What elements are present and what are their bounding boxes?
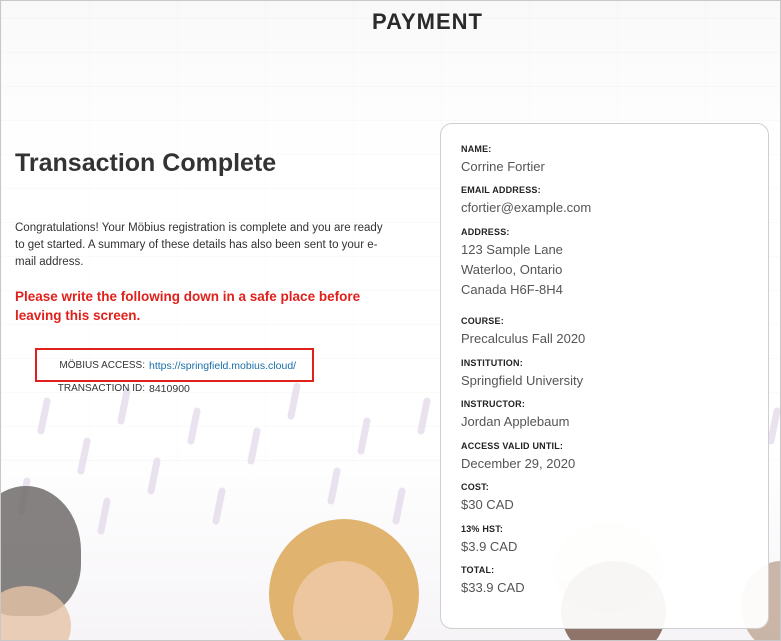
address-label: ADDRESS:: [461, 227, 510, 237]
person-illustration-hat: [1, 486, 81, 616]
tax-field: 13% HST: $3.9 CAD: [461, 524, 517, 557]
page-title: PAYMENT: [372, 9, 483, 34]
tax-label: 13% HST:: [461, 524, 504, 534]
address-line-3: Canada H6F-8H4: [461, 282, 563, 297]
total-field: TOTAL: $33.9 CAD: [461, 565, 525, 598]
total-label: TOTAL:: [461, 565, 495, 575]
email-value: cfortier@example.com: [461, 200, 592, 215]
access-valid-field: ACCESS VALID UNTIL: December 29, 2020: [461, 441, 575, 474]
transaction-heading: Transaction Complete: [15, 149, 277, 177]
institution-field: INSTITUTION: Springfield University: [461, 358, 583, 391]
instructor-value: Jordan Applebaum: [461, 414, 570, 429]
cost-label: COST:: [461, 482, 489, 492]
transaction-id-label: TRANSACTION ID:: [57, 383, 145, 394]
course-field: COURSE: Precalculus Fall 2020: [461, 316, 585, 349]
person-illustration-hair: [269, 519, 419, 640]
transaction-id-value: 8410900: [149, 383, 190, 395]
institution-label: INSTITUTION:: [461, 358, 523, 368]
access-label: MÖBIUS ACCESS:: [59, 360, 145, 371]
institution-value: Springfield University: [461, 373, 584, 388]
payment-page: PAYMENT Transaction Complete Congratulat…: [0, 0, 781, 641]
access-valid-label: ACCESS VALID UNTIL:: [461, 441, 564, 451]
cost-value: $30 CAD: [461, 497, 514, 512]
course-value: Precalculus Fall 2020: [461, 331, 586, 346]
email-field: EMAIL ADDRESS: cfortier@example.com: [461, 185, 591, 218]
name-field: NAME: Corrine Fortier: [461, 144, 545, 177]
instructor-field: INSTRUCTOR: Jordan Applebaum: [461, 399, 569, 432]
person-illustration-face: [293, 561, 393, 640]
name-label: NAME:: [461, 144, 492, 154]
access-valid-value: December 29, 2020: [461, 456, 576, 471]
total-value: $33.9 CAD: [461, 580, 525, 595]
tax-value: $3.9 CAD: [461, 539, 518, 554]
registration-summary-card: NAME: Corrine Fortier EMAIL ADDRESS: cfo…: [440, 123, 769, 629]
name-value: Corrine Fortier: [461, 159, 545, 174]
address-line-2: Waterloo, Ontario: [461, 262, 563, 277]
instructor-label: INSTRUCTOR:: [461, 399, 526, 409]
address-field: ADDRESS: 123 Sample Lane Waterloo, Ontar…: [461, 227, 563, 300]
transaction-message: Congratulations! Your Möbius registratio…: [15, 222, 383, 268]
transaction-warning: Please write the following down in a saf…: [15, 289, 361, 323]
cost-field: COST: $30 CAD: [461, 482, 514, 515]
address-line-1: 123 Sample Lane: [461, 242, 563, 257]
email-label: EMAIL ADDRESS:: [461, 185, 541, 195]
person-illustration-face: [1, 586, 71, 640]
access-link[interactable]: https://springfield.mobius.cloud/: [149, 360, 296, 372]
course-label: COURSE:: [461, 316, 504, 326]
